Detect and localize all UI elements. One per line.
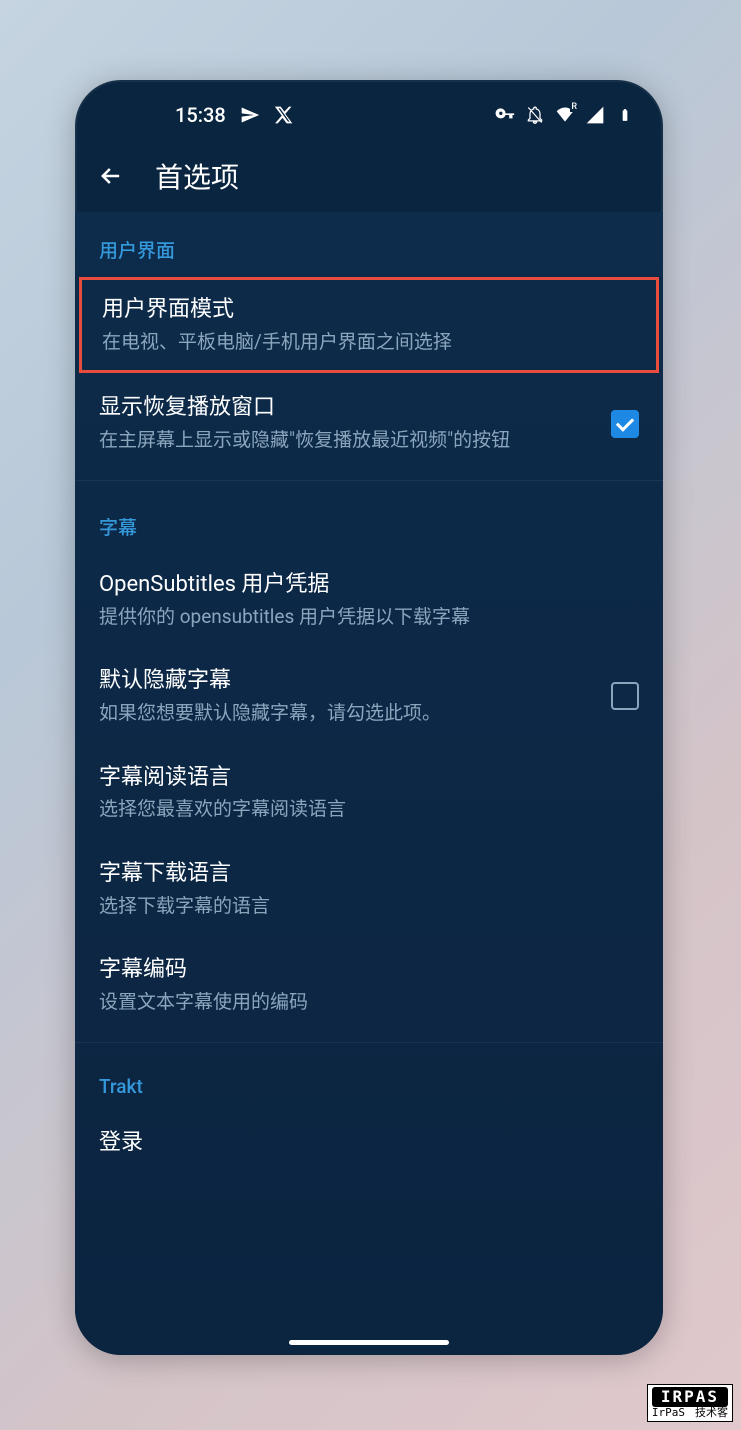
notifications-off-icon [525, 105, 545, 125]
wifi-icon: R [555, 105, 575, 125]
pref-desc: 在主屏幕上显示或隐藏"恢复播放最近视频"的按钮 [99, 427, 595, 454]
watermark-logo: IRPAS [652, 1387, 728, 1407]
pref-ui-mode[interactable]: 用户界面模式 在电视、平板电脑/手机用户界面之间选择 [79, 277, 659, 373]
watermark-text-1: IrPaS [652, 1407, 685, 1419]
back-button[interactable] [89, 154, 133, 198]
telegram-icon [240, 105, 260, 125]
pref-subtitle-read-language[interactable]: 字幕阅读语言 选择您最喜欢的字幕阅读语言 [75, 745, 663, 841]
signal-icon [585, 105, 605, 125]
pref-opensubtitles-creds[interactable]: OpenSubtitles 用户凭据 提供你的 opensubtitles 用户… [75, 552, 663, 648]
checkbox-resume[interactable] [611, 410, 639, 438]
pref-title: OpenSubtitles 用户凭据 [99, 570, 639, 601]
pref-subtitle-encoding[interactable]: 字幕编码 设置文本字幕使用的编码 [75, 937, 663, 1033]
divider [75, 480, 663, 481]
divider [75, 1042, 663, 1043]
home-indicator[interactable] [289, 1340, 449, 1345]
section-header-subtitles: 字幕 [75, 489, 663, 552]
x-icon [274, 105, 294, 125]
watermark-text-2: 技术客 [695, 1407, 728, 1419]
pref-desc: 选择下载字幕的语言 [99, 893, 639, 920]
pref-title: 默认隐藏字幕 [99, 666, 595, 697]
pref-title: 字幕下载语言 [99, 859, 639, 890]
pref-title: 登录 [99, 1128, 639, 1159]
status-bar: 15:38 R [75, 90, 663, 140]
pref-desc: 选择您最喜欢的字幕阅读语言 [99, 796, 639, 823]
pref-subtitle-download-language[interactable]: 字幕下载语言 选择下载字幕的语言 [75, 841, 663, 937]
pref-hide-subtitles[interactable]: 默认隐藏字幕 如果您想要默认隐藏字幕，请勾选此项。 [75, 648, 663, 744]
status-time: 15:38 [175, 103, 226, 127]
phone-frame: 15:38 R [75, 80, 663, 1355]
pref-resume-window[interactable]: 显示恢复播放窗口 在主屏幕上显示或隐藏"恢复播放最近视频"的按钮 [75, 375, 663, 471]
pref-title: 字幕阅读语言 [99, 763, 639, 794]
pref-desc: 如果您想要默认隐藏字幕，请勾选此项。 [99, 700, 595, 727]
battery-icon [615, 105, 635, 125]
pref-desc: 提供你的 opensubtitles 用户凭据以下载字幕 [99, 604, 639, 631]
app-bar: 首选项 [75, 140, 663, 212]
watermark: IRPAS IrPaS 技术客 [647, 1384, 733, 1422]
pref-desc: 设置文本字幕使用的编码 [99, 989, 639, 1016]
section-header-ui: 用户界面 [75, 212, 663, 275]
pref-title: 用户界面模式 [102, 295, 636, 326]
settings-list[interactable]: 用户界面 用户界面模式 在电视、平板电脑/手机用户界面之间选择 显示恢复播放窗口… [75, 212, 663, 1355]
checkbox-hide-subtitles[interactable] [611, 682, 639, 710]
pref-desc: 在电视、平板电脑/手机用户界面之间选择 [102, 329, 636, 356]
pref-title: 字幕编码 [99, 955, 639, 986]
pref-title: 显示恢复播放窗口 [99, 393, 595, 424]
vpn-key-icon [495, 105, 515, 125]
pref-trakt-login[interactable]: 登录 [75, 1110, 663, 1189]
page-title: 首选项 [155, 156, 239, 196]
section-header-trakt: Trakt [75, 1051, 663, 1110]
